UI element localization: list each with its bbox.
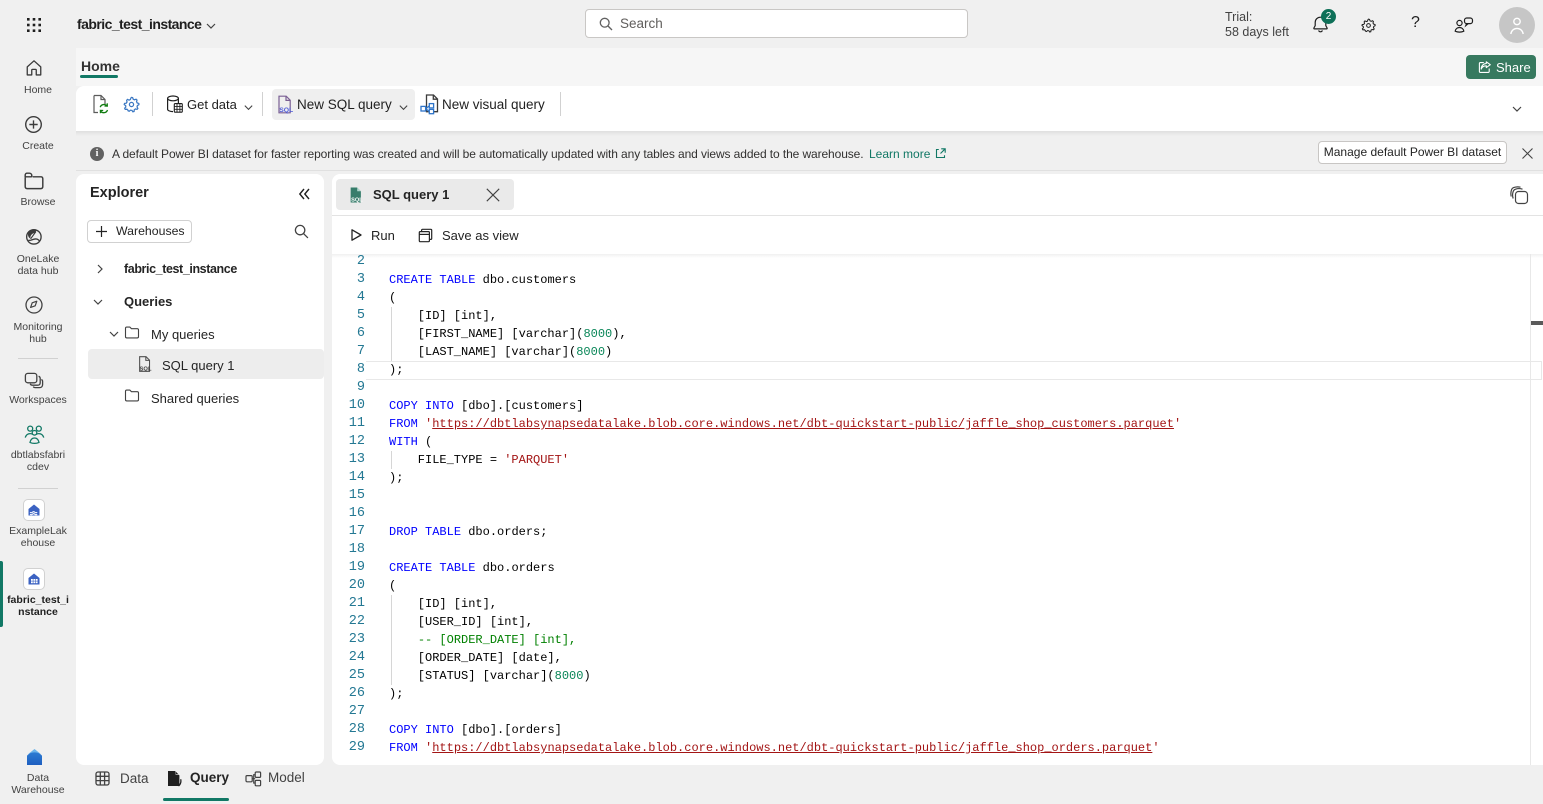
svg-text:SQL: SQL [351, 197, 363, 203]
svg-text:SQL: SQL [279, 107, 293, 114]
svg-text:SQL: SQL [140, 366, 152, 372]
